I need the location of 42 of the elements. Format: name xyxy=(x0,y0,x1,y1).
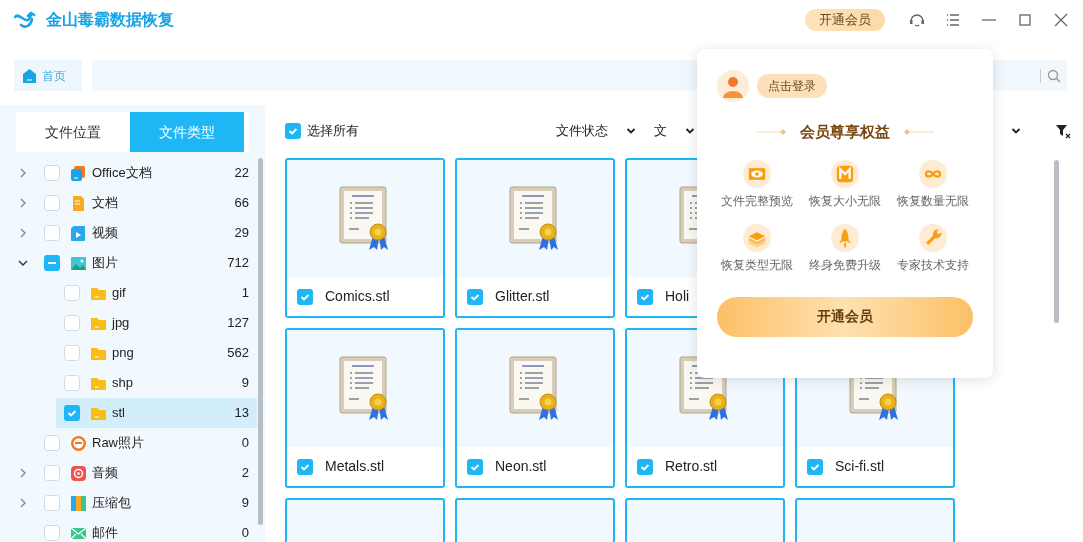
benefit-label: 恢复大小无限 xyxy=(809,192,881,210)
category-label: 邮件 xyxy=(92,524,119,542)
file-count: 66 xyxy=(234,194,249,213)
file-count: 29 xyxy=(234,224,249,243)
file-count: 127 xyxy=(227,314,249,333)
category-label: 音频 xyxy=(92,464,119,483)
category-label: png xyxy=(112,344,135,363)
benefit-label: 恢复类型无限 xyxy=(721,256,793,274)
category-label: Office文档 xyxy=(92,164,153,183)
app-title: 金山毒霸数据恢复 xyxy=(46,10,174,30)
file-count: 22 xyxy=(234,164,249,183)
file-name: Holi xyxy=(665,287,690,306)
category-label: 图片 xyxy=(92,254,119,273)
file-count: 2 xyxy=(241,464,249,483)
file-count: 9 xyxy=(241,374,249,393)
file-name: Sci-fi.stl xyxy=(835,457,884,476)
category-label: 视频 xyxy=(92,224,119,243)
file-name: Comics.stl xyxy=(325,287,390,306)
category-label: gif xyxy=(112,284,127,303)
file-count: 0 xyxy=(241,524,249,542)
category-label: 压缩包 xyxy=(92,494,132,513)
benefit-label: 终身免费升级 xyxy=(809,256,881,274)
file-name: Retro.stl xyxy=(665,457,718,476)
file-count: 13 xyxy=(234,404,249,423)
file-count: 1 xyxy=(241,284,249,303)
file-count: 9 xyxy=(241,494,249,513)
file-count: 562 xyxy=(227,344,249,363)
benefit-label: 文件完整预览 xyxy=(721,192,793,210)
category-label: 文档 xyxy=(92,194,119,213)
file-name: Neon.stl xyxy=(495,457,547,476)
benefit-label: 恢复数量无限 xyxy=(897,192,969,210)
file-name: Glitter.stl xyxy=(495,287,550,306)
benefits-heading: 会员尊享权益 xyxy=(800,122,890,142)
benefit-label: 专家技术支持 xyxy=(897,256,969,274)
file-count: 712 xyxy=(227,254,249,273)
select-all-label: 选择所有 xyxy=(307,122,359,141)
category-label: Raw照片 xyxy=(92,434,145,453)
category-label: jpg xyxy=(112,314,131,333)
file-count: 0 xyxy=(241,434,249,453)
category-label: stl xyxy=(112,404,126,423)
file-name: Metals.stl xyxy=(325,457,385,476)
category-label: shp xyxy=(112,374,134,393)
